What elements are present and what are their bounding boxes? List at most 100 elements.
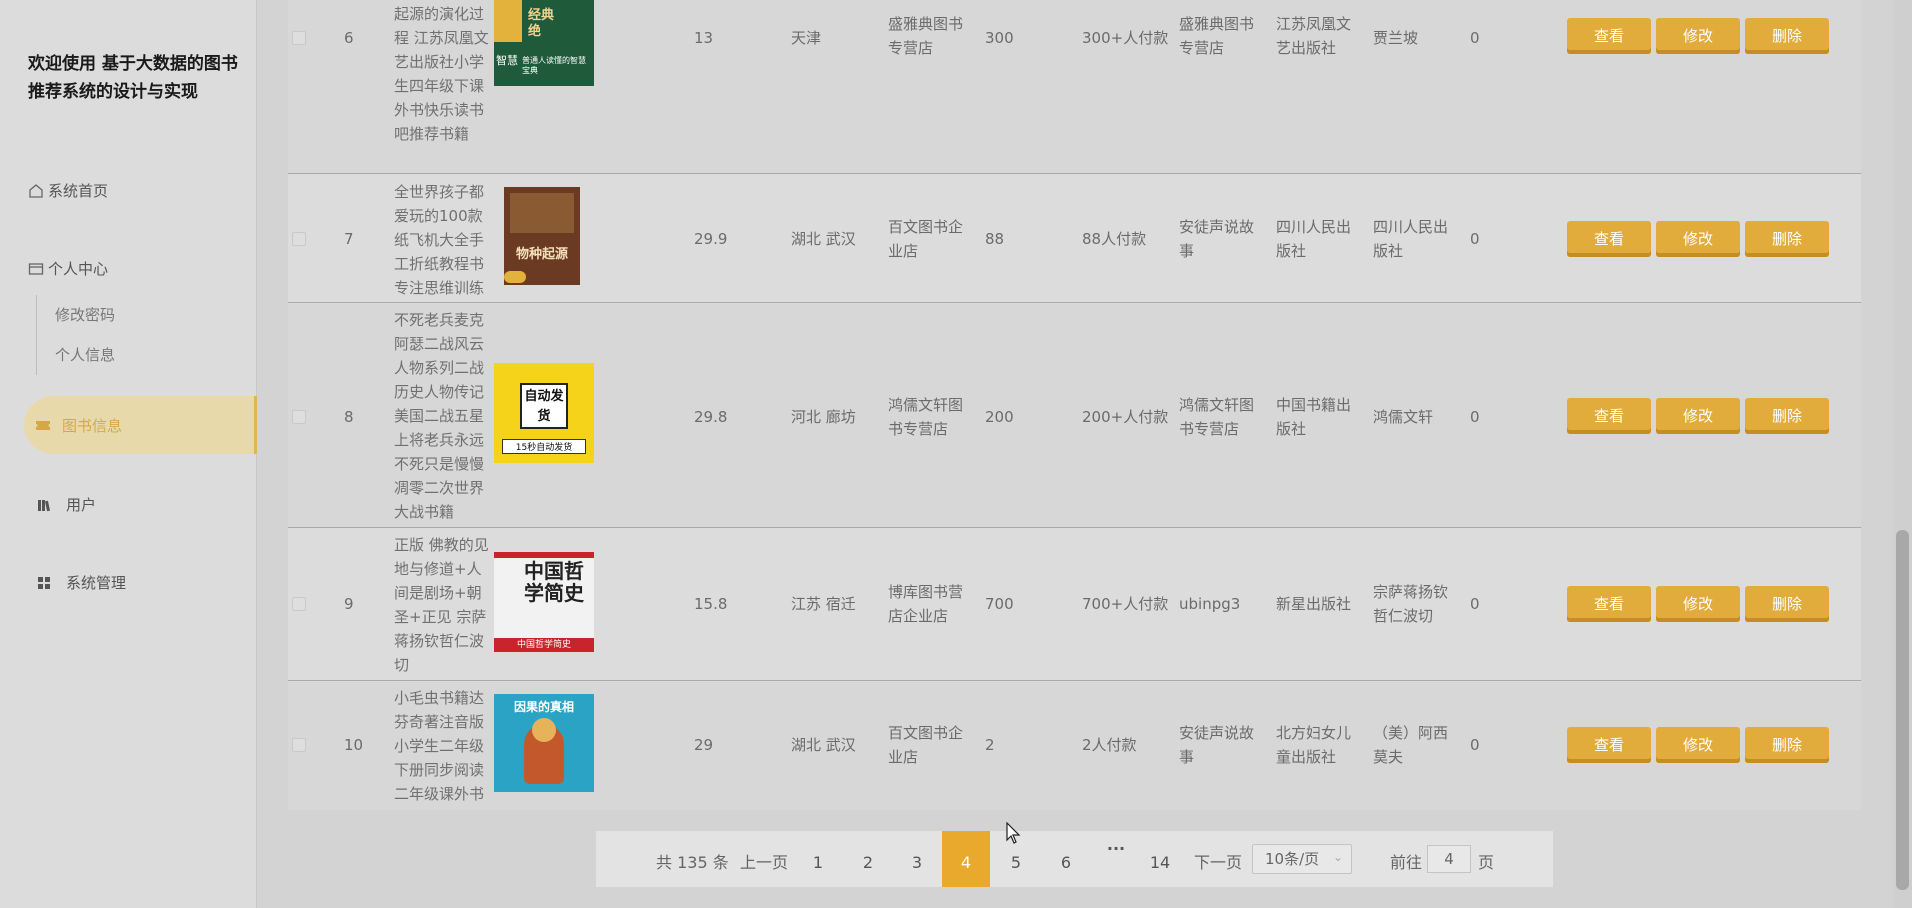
- row-checkbox[interactable]: [292, 31, 306, 45]
- prev-page-button[interactable]: 上一页: [740, 849, 788, 873]
- delete-button[interactable]: 删除: [1745, 727, 1829, 763]
- page-button-last[interactable]: 14: [1136, 831, 1184, 887]
- nav-users[interactable]: 用户: [36, 494, 96, 515]
- scrollbar-thumb[interactable]: [1896, 530, 1909, 890]
- next-page-button[interactable]: 下一页: [1194, 849, 1242, 873]
- delete-button[interactable]: 删除: [1745, 586, 1829, 622]
- books-icon: [38, 499, 51, 511]
- row-publisher: 新星出版社: [1276, 595, 1352, 613]
- nav-personal-center[interactable]: 个人中心: [28, 258, 108, 279]
- row-price: 29.8: [694, 408, 728, 426]
- row-title: 不死老兵麦克阿瑟二战风云人物系列二战历史人物传记美国二战五星上将老兵永远不死只是…: [394, 311, 485, 521]
- row-count: 0: [1470, 230, 1480, 248]
- delete-button[interactable]: 删除: [1745, 398, 1829, 434]
- book-table: 6 起源的演化过程 江苏凤凰文艺出版社小学生四年级下课外书快乐读书吧推荐书籍 经…: [288, 0, 1861, 810]
- nav-personal-info[interactable]: 个人信息: [36, 335, 115, 375]
- row-seller: ubinpg3: [1179, 595, 1241, 613]
- page-button[interactable]: 3: [893, 831, 941, 887]
- goto-page-input[interactable]: [1427, 845, 1471, 873]
- table-row: 10 小毛虫书籍达芬奇著注音版小学生二年级下册同步阅读二年级课外书 因果的真相 …: [288, 682, 1861, 810]
- edit-button[interactable]: 修改: [1656, 727, 1740, 763]
- table-row: 7 全世界孩子都爱玩的100款纸飞机大全手工折纸教程书专注思维训练 物种起源 2…: [288, 175, 1861, 303]
- pagination: 共 135 条 上一页 1 2 3 4 5 6 ··· 14 下一页 10条/页…: [596, 831, 1553, 887]
- row-index: 9: [344, 595, 354, 613]
- book-cover-image: 因果的真相: [494, 694, 594, 792]
- nav-change-password[interactable]: 修改密码: [36, 295, 115, 335]
- row-checkbox[interactable]: [292, 738, 306, 752]
- row-publisher: 江苏凤凰文艺出版社: [1276, 15, 1352, 57]
- book-cover-image: 中国哲学简史 中国哲学简史: [494, 552, 594, 652]
- row-seller: 安徒声说故事: [1179, 724, 1255, 766]
- goto-suffix: 页: [1478, 853, 1495, 872]
- row-shop: 盛雅典图书专营店: [888, 15, 964, 57]
- row-author: （美）阿西莫夫: [1373, 724, 1449, 766]
- view-button[interactable]: 查看: [1567, 221, 1651, 257]
- row-sales: 200: [985, 408, 1014, 426]
- row-index: 8: [344, 408, 354, 426]
- book-cover-image: 自动发货 15秒自动发货: [494, 363, 594, 463]
- pagination-ellipsis[interactable]: ···: [1092, 831, 1140, 887]
- row-location: 河北 廊坊: [791, 408, 856, 426]
- row-shop: 鸿儒文轩图书专营店: [888, 396, 964, 438]
- id-card-icon: [28, 262, 44, 275]
- book-cover-image: 经典 绝 智慧 普通人读懂的智慧宝典: [494, 0, 594, 86]
- nav-system-management[interactable]: 系统管理: [36, 572, 126, 593]
- row-shop: 博库图书营店企业店: [888, 583, 964, 625]
- row-publisher: 四川人民出版社: [1276, 218, 1352, 260]
- row-checkbox[interactable]: [292, 410, 306, 424]
- page-size-value: 10条/页: [1265, 850, 1320, 868]
- delete-button[interactable]: 删除: [1745, 221, 1829, 257]
- row-author: 贾兰坡: [1373, 29, 1419, 47]
- row-sales: 700: [985, 595, 1014, 613]
- row-seller: 安徒声说故事: [1179, 218, 1255, 260]
- scrollbar[interactable]: [1893, 0, 1912, 908]
- row-checkbox[interactable]: [292, 597, 306, 611]
- view-button[interactable]: 查看: [1567, 727, 1651, 763]
- edit-button[interactable]: 修改: [1656, 398, 1740, 434]
- page-button[interactable]: 2: [844, 831, 892, 887]
- nav-home-label: 系统首页: [48, 182, 109, 200]
- nav-users-label: 用户: [66, 496, 97, 514]
- edit-button[interactable]: 修改: [1656, 18, 1740, 54]
- view-button[interactable]: 查看: [1567, 398, 1651, 434]
- mouse-cursor-icon: [1006, 822, 1021, 844]
- nav-personal-center-label: 个人中心: [48, 260, 109, 278]
- row-shop: 百文图书企业店: [888, 218, 964, 260]
- row-sales: 88: [985, 230, 1005, 248]
- edit-button[interactable]: 修改: [1656, 221, 1740, 257]
- page-size-select[interactable]: 10条/页 ⌄: [1252, 844, 1352, 874]
- nav-book-info[interactable]: 图书信息: [24, 396, 257, 454]
- row-title: 全世界孩子都爱玩的100款纸飞机大全手工折纸教程书专注思维训练: [394, 183, 485, 297]
- delete-button[interactable]: 删除: [1745, 18, 1829, 54]
- row-price: 29: [694, 736, 714, 754]
- page-button[interactable]: 1: [794, 831, 842, 887]
- row-location: 天津: [791, 29, 822, 47]
- row-buyers: 200+人付款: [1082, 408, 1169, 426]
- sidebar: 欢迎使用 基于大数据的图书推荐系统的设计与实现 系统首页 个人中心 修改密码 个…: [0, 0, 257, 908]
- row-price: 29.9: [694, 230, 728, 248]
- row-buyers: 300+人付款: [1082, 29, 1169, 47]
- goto-label: 前往: [1390, 853, 1423, 872]
- row-checbox[interactable]: [292, 232, 306, 246]
- row-location: 湖北 武汉: [791, 230, 856, 248]
- row-seller: 鸿儒文轩图书专营店: [1179, 396, 1255, 438]
- row-sales: 300: [985, 29, 1014, 47]
- page-button-active[interactable]: 4: [942, 831, 990, 887]
- row-publisher: 中国书籍出版社: [1276, 396, 1352, 438]
- row-location: 江苏 宿迁: [791, 595, 856, 613]
- ticket-icon: [36, 421, 50, 430]
- nav-home[interactable]: 系统首页: [28, 180, 108, 201]
- row-count: 0: [1470, 736, 1480, 754]
- row-count: 0: [1470, 408, 1480, 426]
- view-button[interactable]: 查看: [1567, 18, 1651, 54]
- table-row: 8 不死老兵麦克阿瑟二战风云人物系列二战历史人物传记美国二战五星上将老兵永远不死…: [288, 304, 1861, 528]
- view-button[interactable]: 查看: [1567, 586, 1651, 622]
- row-title: 小毛虫书籍达芬奇著注音版小学生二年级下册同步阅读二年级课外书: [394, 689, 485, 803]
- row-author: 四川人民出版社: [1373, 218, 1449, 260]
- edit-button[interactable]: 修改: [1656, 586, 1740, 622]
- home-icon: [29, 183, 43, 198]
- row-author: 宗萨蒋扬钦哲仁波切: [1373, 583, 1449, 625]
- row-publisher: 北方妇女儿童出版社: [1276, 724, 1352, 766]
- row-author: 鸿儒文轩: [1373, 408, 1434, 426]
- page-button[interactable]: 6: [1042, 831, 1090, 887]
